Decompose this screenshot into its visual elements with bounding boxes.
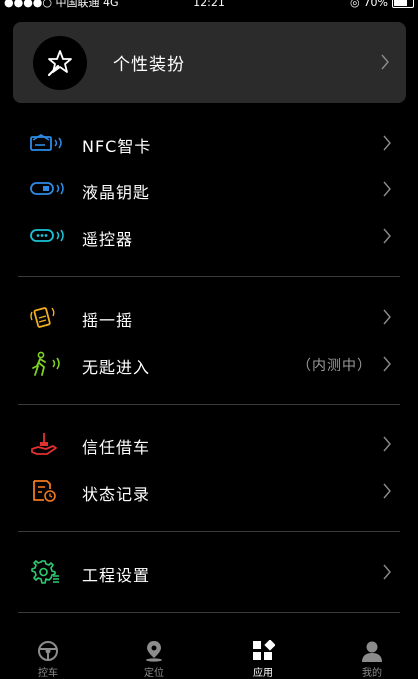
tab-vehicle-control[interactable]: 控车 (18, 640, 78, 679)
walking-person-icon (29, 351, 71, 377)
steering-wheel-icon (36, 640, 60, 662)
tab-label: 我的 (362, 668, 382, 679)
menu-item-label: 遥控器 (82, 230, 134, 249)
personalize-label: 个性装扮 (113, 55, 185, 75)
lcd-key-icon (29, 176, 71, 202)
menu-item-label: 信任借车 (82, 438, 151, 457)
menu-item-label: 摇一摇 (82, 311, 134, 330)
menu-item-label: 液晶钥匙 (82, 183, 151, 202)
menu-item-lcd-key[interactable]: 液晶钥匙 (0, 166, 418, 212)
chevron-right-icon (382, 356, 392, 372)
apps-grid-icon (251, 639, 276, 662)
remote-control-icon (29, 223, 71, 249)
chevron-right-icon (382, 483, 392, 499)
menu-item-label: 状态记录 (82, 485, 151, 504)
chevron-right-icon (382, 309, 392, 325)
shake-hand-icon (29, 304, 71, 330)
alarm-icon: ◎ (349, 0, 360, 9)
chevron-right-icon (382, 135, 392, 151)
location-pin-icon (142, 640, 166, 662)
battery-icon (392, 0, 414, 8)
tab-location[interactable]: 定位 (124, 640, 184, 679)
tab-profile[interactable]: 我的 (342, 640, 402, 679)
chevron-right-icon (380, 54, 390, 70)
nfc-card-icon (29, 130, 71, 156)
record-icon (29, 478, 71, 504)
menu-item-nfc-card[interactable]: NFC智卡 (0, 120, 418, 166)
tab-label: 应用 (253, 668, 273, 679)
chevron-right-icon (382, 181, 392, 197)
chevron-right-icon (382, 436, 392, 452)
engineering-gear-icon (29, 559, 71, 585)
menu-item-remote-control[interactable]: 遥控器 (0, 213, 418, 259)
menu-item-engineering-settings[interactable]: 工程设置 (0, 549, 418, 595)
menu-item-keyless-entry[interactable]: 无匙进入 （内测中） (0, 341, 418, 387)
menu-item-label: 无匙进入 (82, 358, 151, 377)
section-divider (18, 612, 400, 613)
tab-apps[interactable]: 应用 (233, 639, 293, 679)
section-divider (18, 404, 400, 405)
chevron-right-icon (382, 228, 392, 244)
hand-key-icon (29, 431, 71, 457)
section-divider (18, 276, 400, 277)
personalize-card[interactable]: 个性装扮 (13, 22, 406, 103)
menu-item-label: NFC智卡 (82, 137, 152, 156)
battery-percent: 70% (363, 0, 388, 9)
menu-item-label: 工程设置 (82, 566, 151, 585)
tab-label: 控车 (38, 668, 58, 679)
chevron-right-icon (382, 564, 392, 580)
user-icon (360, 640, 384, 662)
beta-badge: （内测中） (297, 358, 372, 374)
bottom-tab-bar: 控车 定位 应用 我的 (0, 636, 418, 679)
tab-label: 定位 (144, 668, 164, 679)
menu-item-status-record[interactable]: 状态记录 (0, 468, 418, 514)
menu-item-shake[interactable]: 摇一摇 (0, 294, 418, 340)
status-battery-group: ◎ 70% (350, 0, 414, 8)
magic-wand-star-icon (33, 36, 87, 90)
status-bar: ●●●●○ 中国联通 4G 12:21 ◎ 70% (0, 0, 418, 10)
menu-item-trusted-lending[interactable]: 信任借车 (0, 421, 418, 467)
section-divider (18, 531, 400, 532)
